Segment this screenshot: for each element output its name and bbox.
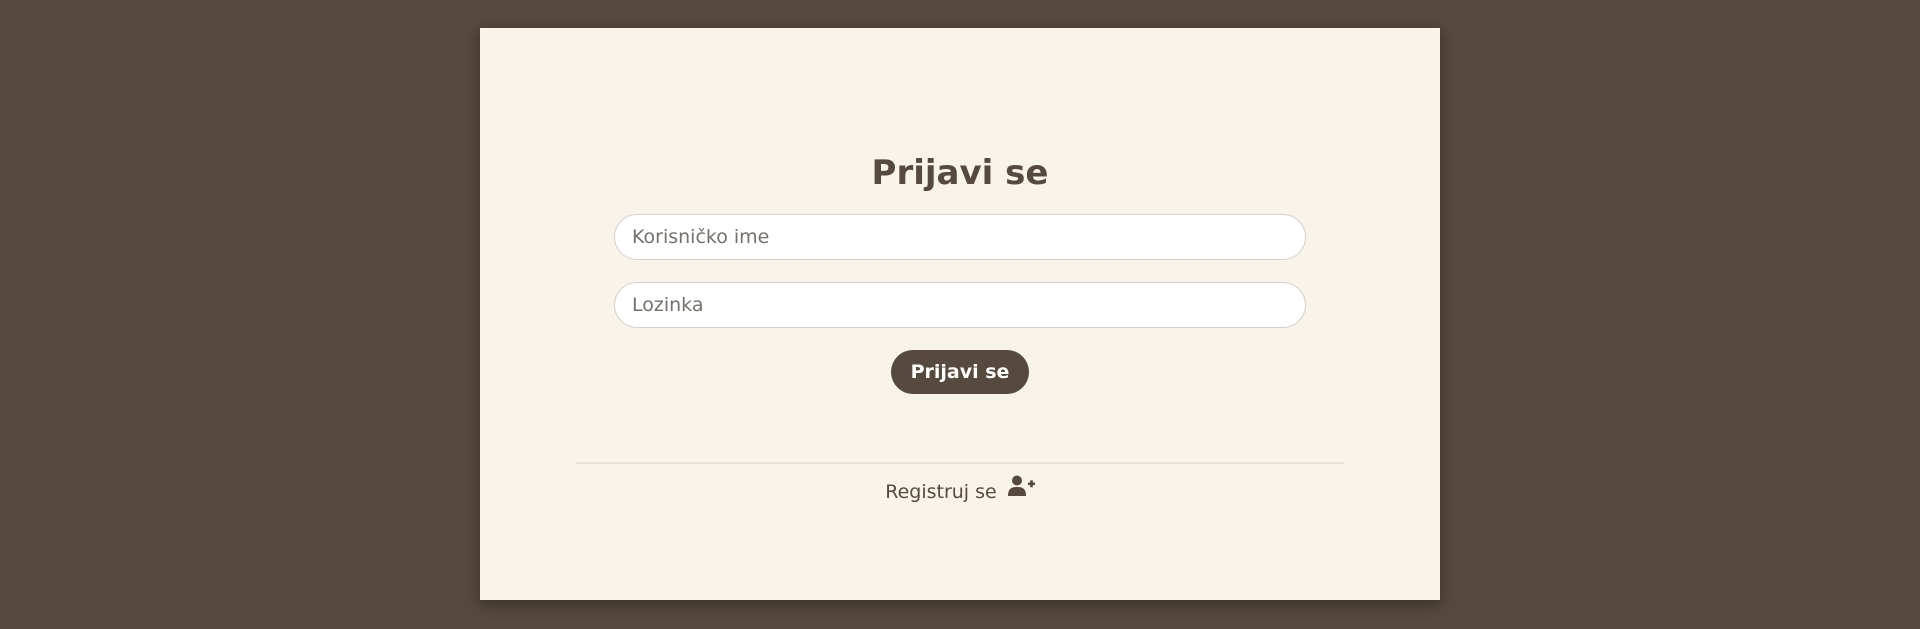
page-title: Prijavi se bbox=[871, 153, 1049, 193]
password-input[interactable] bbox=[614, 282, 1306, 328]
username-input[interactable] bbox=[614, 214, 1306, 260]
divider bbox=[576, 462, 1344, 464]
register-label: Registruj se bbox=[885, 481, 997, 503]
register-link[interactable]: Registruj se bbox=[480, 475, 1440, 509]
user-plus-icon bbox=[1007, 475, 1035, 507]
login-card: Prijavi se Prijavi se Registruj se bbox=[480, 28, 1440, 600]
login-button[interactable]: Prijavi se bbox=[891, 350, 1029, 394]
